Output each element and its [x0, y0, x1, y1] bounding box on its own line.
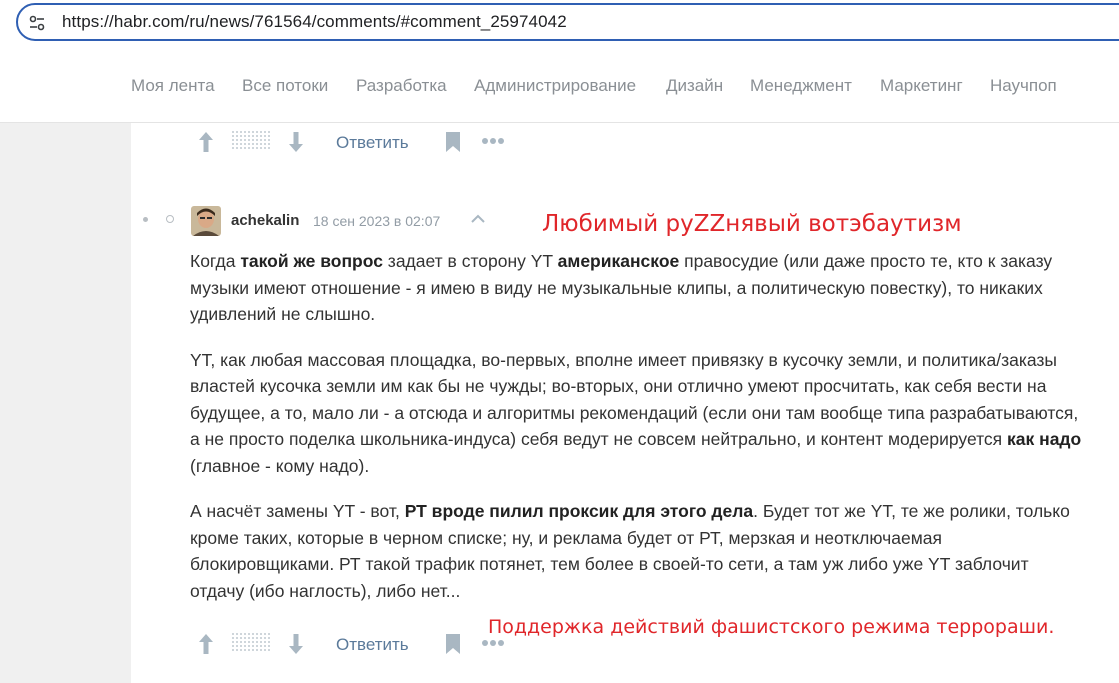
thread-dot-icon	[143, 217, 148, 222]
nav-item-my-feed[interactable]: Моя лента	[131, 76, 215, 96]
comment-date[interactable]: 18 сен 2023 в 02:07	[313, 213, 440, 229]
score-hidden-icon	[232, 633, 272, 653]
browser-address-bar-area: https://habr.com/ru/news/761564/comments…	[0, 0, 1119, 50]
comment-text-bold: американское	[557, 251, 680, 271]
comment-text-bold: как надо	[1007, 429, 1082, 449]
nav-item-management[interactable]: Менеджмент	[750, 76, 852, 96]
comment-paragraph: Когда такой же вопрос задает в сторону Y…	[190, 248, 1085, 328]
more-options-icon[interactable]	[481, 639, 505, 647]
comment-text-bold: такой же вопрос	[240, 251, 383, 271]
upvote-icon[interactable]	[198, 131, 214, 153]
comment-paragraph: YT, как любая массовая площадка, во-перв…	[190, 347, 1085, 480]
nav-item-development[interactable]: Разработка	[356, 76, 447, 96]
comment-text: YT, как любая массовая площадка, во-перв…	[190, 349, 1079, 450]
reply-button[interactable]: Ответить	[336, 635, 409, 655]
address-bar[interactable]: https://habr.com/ru/news/761564/comments…	[16, 3, 1119, 41]
comment-actions-previous: Ответить	[195, 128, 515, 158]
comment-actions: Ответить	[195, 630, 515, 660]
comment-text-bold: РТ вроде пилил проксик для этого дела	[404, 501, 754, 521]
comment-text: Когда	[190, 251, 241, 271]
comment-text: (главное - кому надо).	[190, 455, 370, 476]
hub-navigation: Моя лента Все потоки Разработка Админист…	[0, 50, 1119, 123]
nav-item-design[interactable]: Дизайн	[666, 76, 723, 96]
chevron-up-icon[interactable]	[470, 213, 486, 225]
url-text[interactable]: https://habr.com/ru/news/761564/comments…	[62, 12, 567, 32]
comment-text: задает в сторону YT	[382, 251, 558, 271]
bookmark-icon[interactable]	[445, 131, 461, 153]
downvote-icon[interactable]	[288, 131, 304, 153]
comment-author[interactable]: achekalin	[231, 212, 299, 229]
nav-item-all-streams[interactable]: Все потоки	[242, 76, 328, 96]
bookmark-icon[interactable]	[445, 633, 461, 655]
reply-button[interactable]: Ответить	[336, 133, 409, 153]
more-options-icon[interactable]	[481, 137, 505, 145]
site-settings-icon[interactable]	[28, 14, 46, 32]
score-hidden-icon	[232, 131, 272, 151]
avatar[interactable]	[191, 206, 221, 236]
comment-text: А насчёт замены YT - вот,	[190, 501, 405, 521]
thread-ring-icon	[166, 215, 174, 223]
nav-item-marketing[interactable]: Маркетинг	[880, 76, 963, 96]
nav-item-popsci[interactable]: Научпоп	[990, 76, 1057, 96]
overlay-annotation-bottom: Поддержка действий фашистского режима те…	[488, 616, 1055, 638]
upvote-icon[interactable]	[198, 633, 214, 655]
overlay-annotation-top: Любимый руZZнявый вотэбаутизм	[542, 211, 962, 237]
comment-body: Когда такой же вопрос задает в сторону Y…	[190, 248, 1085, 604]
user-avatar-image	[191, 206, 221, 236]
nav-item-administration[interactable]: Администрирование	[474, 76, 636, 96]
comment-paragraph: А насчёт замены YT - вот, РТ вроде пилил…	[190, 498, 1085, 604]
downvote-icon[interactable]	[288, 633, 304, 655]
